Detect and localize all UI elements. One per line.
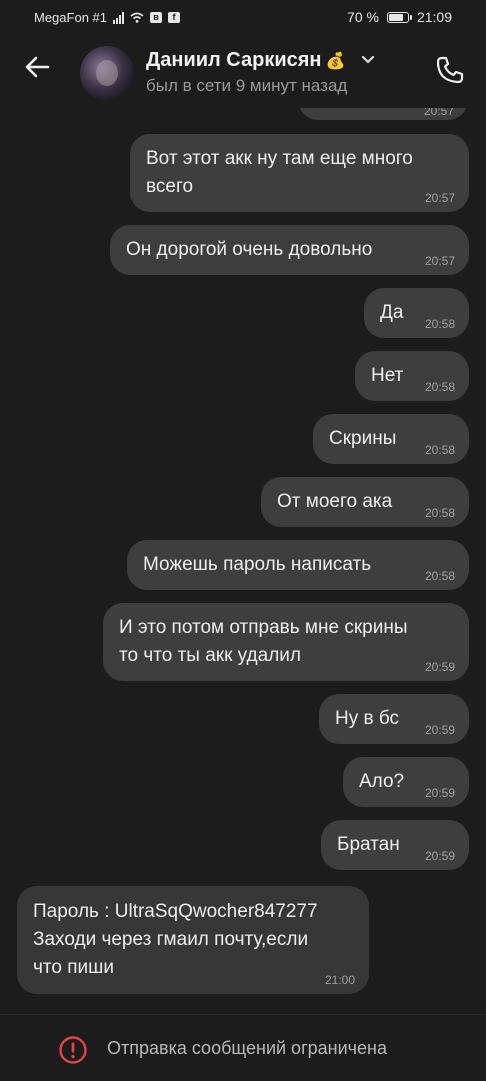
message-time: 20:59 — [424, 723, 455, 737]
message-time: 20:58 — [424, 317, 455, 331]
message-bubble-outgoing[interactable]: Братан 20:59 — [321, 820, 469, 870]
money-bag-icon: 💰 — [325, 53, 346, 70]
contact-name-text: Даниил Саркисян — [146, 49, 322, 71]
avatar[interactable] — [80, 46, 134, 100]
message-bubble-outgoing[interactable]: Можешь пароль написать 20:58 — [127, 540, 469, 590]
message-text: Можешь пароль написать — [143, 554, 372, 575]
message-time: 20:59 — [424, 786, 455, 800]
clock: 21:09 — [416, 9, 452, 25]
message-text: Ну в бс — [335, 708, 400, 729]
back-arrow-icon[interactable] — [22, 52, 52, 82]
message-text: Вот этот акк ну там еще много всего — [146, 148, 413, 197]
facebook-icon: f — [168, 12, 180, 23]
vk-icon: в — [150, 12, 162, 23]
message-bubble-outgoing[interactable]: И это потом отправь мне скрины то что ты… — [103, 603, 469, 681]
message-time: 21:00 — [324, 973, 355, 987]
message-bubble-outgoing[interactable]: От моего ака 20:58 — [261, 477, 469, 527]
phone-call-icon[interactable] — [434, 54, 466, 86]
message-bubble-outgoing[interactable]: Ало? 20:59 — [343, 757, 469, 807]
message-text: Братан — [337, 834, 400, 855]
message-text: И это потом отправь мне скрины то что ты… — [119, 617, 408, 666]
status-bar: MegaFon #1 в f 70 % 21:09 — [0, 0, 486, 34]
message-text: Нет — [371, 365, 404, 386]
messaging-restricted-bar: Отправка сообщений ограничена — [0, 1014, 486, 1081]
message-time: 20:59 — [424, 849, 455, 863]
message-time: 20:57 — [424, 191, 455, 205]
message-time: 20:58 — [424, 380, 455, 394]
message-time: 20:58 — [424, 569, 455, 583]
chevron-down-icon[interactable] — [360, 54, 376, 66]
battery-icon — [386, 11, 412, 23]
message-bubble-incoming[interactable]: Пароль : UltraSqQwocher847277 Заходи чер… — [17, 886, 369, 994]
message-time: 20:58 — [424, 506, 455, 520]
message-list[interactable]: 20:57 Вот этот акк ну там еще много всег… — [0, 108, 486, 1014]
message-text: Да — [380, 302, 404, 323]
message-time: 20:59 — [424, 660, 455, 674]
message-bubble-outgoing[interactable]: Скрины 20:58 — [313, 414, 469, 464]
status-right: 70 % 21:09 — [347, 9, 452, 25]
message-bubble-outgoing[interactable]: Ну в бс 20:59 — [319, 694, 469, 744]
message-text: От моего ака — [277, 491, 393, 512]
message-time: 20:58 — [424, 443, 455, 457]
message-text: Скрины — [329, 428, 397, 449]
restricted-notice: Отправка сообщений ограничена — [107, 1038, 387, 1058]
status-left: MegaFon #1 в f — [34, 10, 180, 25]
warning-icon — [59, 1036, 87, 1064]
signal-icon — [113, 11, 124, 24]
battery-percent: 70 % — [347, 9, 379, 25]
message-bubble-outgoing[interactable]: Нет 20:58 — [355, 351, 469, 401]
message-text: Пароль : UltraSqQwocher847277 Заходи чер… — [33, 901, 318, 978]
message-time: 20:57 — [424, 254, 455, 268]
carrier-label: MegaFon #1 — [34, 10, 107, 25]
chat-header: Даниил Саркисян 💰 был в сети 9 минут наза… — [0, 34, 486, 108]
contact-name[interactable]: Даниил Саркисян 💰 — [146, 49, 345, 72]
message-time: 20:57 — [423, 108, 454, 118]
wifi-icon — [130, 12, 144, 23]
message-text: Ало? — [359, 771, 405, 792]
message-bubble-outgoing[interactable]: Он дорогой очень довольно 20:57 — [110, 225, 469, 275]
last-seen-status: был в сети 9 минут назад — [146, 76, 348, 95]
message-bubble-outgoing[interactable]: Да 20:58 — [364, 288, 469, 338]
message-text: Он дорогой очень довольно — [126, 239, 373, 260]
message-bubble-outgoing[interactable]: Вот этот акк ну там еще много всего 20:5… — [130, 134, 469, 212]
message-bubble-partial[interactable]: 20:57 — [298, 108, 468, 120]
